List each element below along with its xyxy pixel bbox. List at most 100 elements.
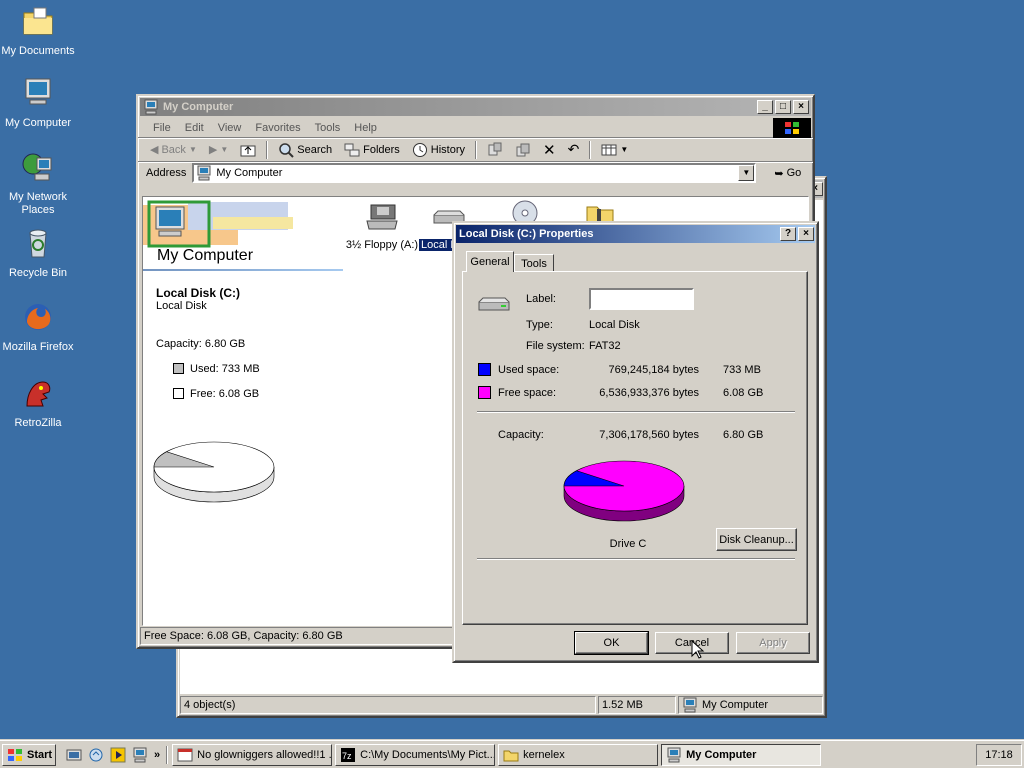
undo-button[interactable]: ↶ — [564, 140, 584, 160]
windows-logo-icon — [8, 748, 22, 761]
go-button[interactable]: ➥ Go — [770, 163, 805, 183]
dialog-titlebar[interactable]: Local Disk (C:) Properties ? × — [456, 225, 815, 243]
type-caption: Type: — [526, 319, 553, 331]
selected-drive-name: Local Disk (C:) — [156, 286, 241, 300]
minimize-icon[interactable]: _ — [757, 100, 773, 114]
selected-drive-type: Local Disk — [156, 300, 207, 312]
svg-text:7z: 7z — [342, 751, 352, 761]
used-color-swatch — [478, 363, 491, 376]
task-label: kernelex — [523, 748, 565, 761]
media-player-icon[interactable] — [110, 747, 126, 763]
status-zone: My Computer — [678, 696, 823, 714]
address-input[interactable]: My Computer ▼ — [192, 163, 757, 183]
up-folder-button[interactable] — [236, 140, 260, 160]
task-button-kernelex[interactable]: kernelex — [498, 743, 659, 766]
taskbar-separator — [166, 745, 169, 764]
desktop-icon-recycle-bin[interactable]: Recycle Bin — [0, 226, 76, 280]
panel-heading-rule — [143, 269, 343, 271]
menu-view[interactable]: View — [211, 122, 249, 134]
address-label: Address — [146, 167, 187, 179]
disk-usage-pie — [153, 441, 275, 503]
drive-label-input[interactable] — [589, 288, 694, 310]
computer-icon[interactable] — [132, 747, 148, 763]
recycle-bin-icon — [29, 229, 47, 258]
show-desktop-icon[interactable] — [66, 747, 82, 763]
drive-item-floppy[interactable]: 3½ Floppy (A:) — [343, 201, 421, 251]
quick-launch-overflow-icon[interactable]: » — [154, 749, 160, 761]
apply-button[interactable]: Apply — [736, 632, 810, 654]
desktop-icon-firefox[interactable]: Mozilla Firefox — [0, 300, 76, 354]
menu-favorites[interactable]: Favorites — [248, 122, 307, 134]
menu-file[interactable]: File — [146, 122, 178, 134]
history-button[interactable]: History — [408, 140, 469, 160]
browser-window-icon — [177, 748, 193, 761]
help-icon[interactable]: ? — [780, 227, 796, 241]
free-text: Free: 6.08 GB — [190, 388, 260, 400]
menu-help[interactable]: Help — [347, 122, 384, 134]
capacity-caption: Capacity: — [498, 429, 544, 441]
close-icon[interactable]: × — [798, 227, 814, 241]
desktop-icon-retrozilla[interactable]: RetroZilla — [0, 376, 76, 430]
desktop-icon-label: My Computer — [4, 117, 72, 129]
desktop-icon-my-computer[interactable]: My Computer — [0, 76, 76, 130]
properties-dialog[interactable]: Local Disk (C:) Properties ? × General T… — [452, 221, 819, 663]
clock[interactable]: 17:18 — [985, 749, 1013, 761]
mouse-cursor-icon — [691, 640, 705, 659]
forward-button[interactable]: ▶ ▼ — [205, 140, 232, 160]
move-to-icon — [488, 142, 502, 155]
address-value: My Computer — [216, 167, 283, 179]
task-label: C:\My Documents\My Pict... — [360, 748, 496, 761]
capacity-bytes: 7,306,178,560 bytes — [599, 429, 699, 441]
windows-logo-icon — [773, 118, 811, 138]
folders-icon — [344, 143, 360, 156]
desktop-icon-label: My Network Places — [8, 191, 68, 216]
menu-edit[interactable]: Edit — [178, 122, 211, 134]
computer-icon — [25, 78, 51, 105]
tab-general[interactable]: General — [466, 251, 514, 272]
forward-arrow-icon: ▶ — [208, 144, 218, 156]
chevron-down-icon: ▼ — [220, 145, 229, 154]
tab-tools[interactable]: Tools — [514, 254, 554, 272]
toolbar-separator — [589, 140, 592, 159]
tab-tools-label: Tools — [521, 257, 547, 270]
back-label: Back — [161, 143, 186, 156]
close-icon[interactable]: × — [793, 100, 809, 114]
ok-button[interactable]: OK — [574, 631, 649, 655]
refresh-icon[interactable] — [88, 747, 104, 763]
system-tray: 17:18 — [976, 743, 1022, 766]
move-to-button[interactable] — [483, 140, 507, 160]
back-button[interactable]: ◀ Back ▼ — [146, 140, 201, 160]
taskbar: Start » No glowniggers allowed!!1 ... 7z… — [0, 740, 1024, 768]
copy-to-button[interactable] — [511, 140, 535, 160]
address-dropdown-button[interactable]: ▼ — [738, 165, 755, 181]
retrozilla-icon — [26, 381, 51, 407]
chevron-down-icon: ▼ — [188, 145, 197, 154]
delete-icon: ✕ — [543, 141, 556, 159]
menu-tools[interactable]: Tools — [308, 122, 348, 134]
ok-label: OK — [603, 637, 620, 649]
task-button-7zip[interactable]: 7z C:\My Documents\My Pict... — [335, 743, 496, 766]
task-button-my-computer[interactable]: My Computer — [661, 743, 822, 766]
capacity-text: Capacity: 6.80 GB — [156, 338, 246, 350]
label-caption: Label: — [526, 293, 556, 305]
disk-cleanup-button[interactable]: Disk Cleanup... — [716, 528, 797, 551]
task-button-browser[interactable]: No glowniggers allowed!!1 ... — [172, 743, 333, 766]
maximize-icon[interactable]: □ — [775, 100, 791, 114]
search-button[interactable]: Search — [274, 140, 336, 160]
capacity-size: 6.80 GB — [723, 429, 764, 441]
views-button[interactable]: ▼ — [597, 140, 632, 160]
free-space-size: 6.08 GB — [723, 387, 764, 399]
explorer-titlebar[interactable]: My Computer _ □ × — [140, 98, 811, 116]
delete-button[interactable]: ✕ — [539, 140, 560, 160]
disk-cleanup-label: Disk Cleanup... — [719, 533, 794, 546]
desktop-icon-my-documents[interactable]: My Documents — [0, 4, 76, 58]
folders-button[interactable]: Folders — [340, 140, 404, 160]
status-zone-label: My Computer — [702, 699, 769, 711]
history-label: History — [430, 143, 466, 156]
computer-icon — [144, 99, 158, 115]
webview-panel: My Computer Local Disk (C:) Local Disk C… — [143, 197, 348, 625]
start-button[interactable]: Start — [2, 743, 56, 766]
computer-icon — [667, 747, 681, 762]
desktop-icon-network-places[interactable]: My Network Places — [0, 150, 76, 217]
tab-panel-general: Label: Type: Local Disk File system: FAT… — [462, 271, 808, 625]
